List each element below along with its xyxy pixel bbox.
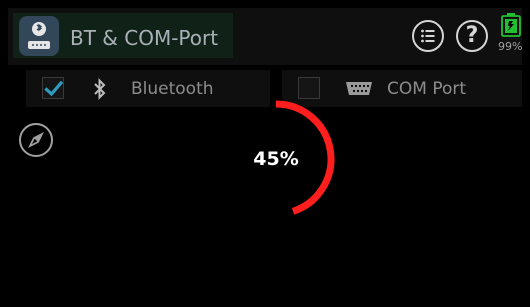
compass-icon	[27, 131, 45, 149]
list-icon	[421, 29, 435, 43]
app-title-tile[interactable]: BT & COM-Port	[13, 13, 233, 58]
battery-status: 99%	[498, 8, 530, 58]
bluetooth-icon	[94, 78, 106, 100]
compass-button[interactable]	[19, 123, 53, 157]
battery-percent: 99%	[498, 40, 523, 53]
bt-com-app-icon	[19, 16, 59, 56]
serial-port-icon	[346, 82, 372, 95]
menu-button[interactable]	[412, 20, 444, 52]
page-title: BT & COM-Port	[70, 26, 219, 50]
tab-bluetooth-label: Bluetooth	[131, 79, 214, 99]
tab-com-port-label: COM Port	[387, 79, 467, 99]
battery-icon	[501, 13, 521, 37]
com-port-checkbox[interactable]	[298, 77, 320, 99]
progress-percent: 45%	[253, 148, 299, 170]
checkmark-icon	[44, 80, 64, 97]
bluetooth-checkbox[interactable]	[42, 77, 64, 99]
top-bar: BT & COM-Port ? 99%	[8, 8, 522, 65]
help-button[interactable]: ?	[456, 20, 488, 52]
question-mark-icon: ?	[465, 23, 479, 48]
